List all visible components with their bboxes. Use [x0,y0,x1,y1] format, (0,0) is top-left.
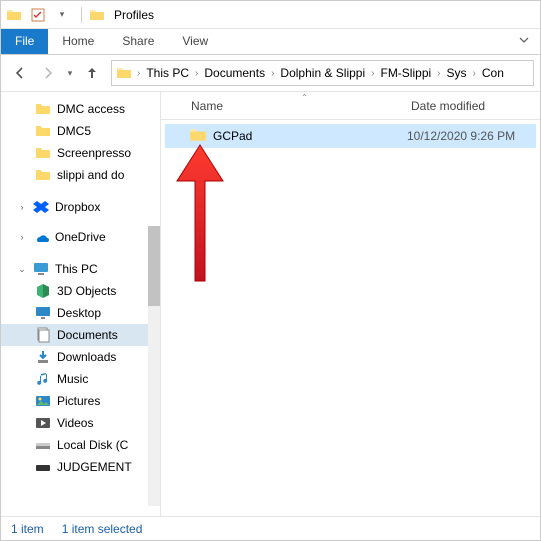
sidebar-item-videos[interactable]: Videos [1,412,160,434]
explorer-body: DMC access DMC5 Screenpresso slippi and … [1,92,540,516]
crumb-sys[interactable]: Sys› [444,66,479,80]
sidebar-label: Pictures [57,394,100,408]
status-item-count: 1 item [11,522,44,536]
folder-icon [35,101,51,117]
tab-home[interactable]: Home [48,29,108,54]
sidebar-label: JUDGEMENT [57,460,132,474]
sidebar-label: This PC [55,262,98,276]
sidebar-label: Local Disk (C [57,438,128,452]
sidebar-item-onedrive[interactable]: › OneDrive [1,226,160,248]
sidebar-label: 3D Objects [57,284,116,298]
cube-icon [35,283,51,299]
drive-icon [35,459,51,475]
up-button[interactable] [79,60,105,86]
tab-share[interactable]: Share [108,29,168,54]
chevron-right-icon[interactable]: › [134,68,143,79]
qat-chevron-down-icon[interactable]: ▾ [53,6,71,24]
column-headers: ⌃ Name Date modified [161,92,540,120]
sidebar-label: Videos [57,416,93,430]
cloud-group: › Dropbox › OneDrive [1,196,160,248]
sidebar-label: Dropbox [55,200,100,214]
file-date: 10/12/2020 9:26 PM [401,129,536,143]
chevron-right-icon[interactable]: › [17,202,27,212]
sidebar-item-dmc-access[interactable]: DMC access [1,98,160,120]
forward-button[interactable] [35,60,61,86]
sidebar-item-dmc5[interactable]: DMC5 [1,120,160,142]
music-icon [35,371,51,387]
crumb-fmslippi[interactable]: FM-Slippi› [377,66,443,80]
folder-icon [35,167,51,183]
downloads-icon [35,349,51,365]
pictures-icon [35,393,51,409]
sidebar-label: OneDrive [55,230,106,244]
ribbon-tabs: File Home Share View [1,29,540,55]
sidebar-label: Downloads [57,350,116,364]
sidebar-item-pictures[interactable]: Pictures [1,390,160,412]
content-pane: ⌃ Name Date modified GCPad 10/12/2020 9:… [161,92,540,516]
breadcrumb[interactable]: › This PC› Documents› Dolphin & Slippi› … [111,60,534,86]
column-header-name[interactable]: Name [161,99,401,113]
sidebar-label: DMC5 [57,124,91,138]
file-name: GCPad [213,129,252,143]
sidebar-label: Documents [57,328,118,342]
folder-icon [35,145,51,161]
navigation-bar: ▾ › This PC› Documents› Dolphin & Slippi… [1,55,540,92]
sidebar-item-music[interactable]: Music [1,368,160,390]
recent-locations-button[interactable]: ▾ [63,60,77,86]
tab-view[interactable]: View [168,29,222,54]
sort-indicator-icon: ⌃ [301,93,308,102]
sidebar-item-slippi[interactable]: slippi and do [1,164,160,186]
folder-icon [5,6,23,24]
sidebar-item-desktop[interactable]: Desktop [1,302,160,324]
navigation-pane: DMC access DMC5 Screenpresso slippi and … [1,92,160,516]
monitor-icon [33,261,49,277]
folder-icon [189,126,207,147]
sidebar-label: Desktop [57,306,101,320]
status-selected-count: 1 item selected [62,522,143,536]
file-tab[interactable]: File [1,29,48,54]
sidebar-item-downloads[interactable]: Downloads [1,346,160,368]
column-header-date[interactable]: Date modified [401,99,495,113]
window-title: Profiles [114,8,154,22]
crumb-dolphin[interactable]: Dolphin & Slippi› [277,66,377,80]
drive-icon [35,437,51,453]
videos-icon [35,415,51,431]
chevron-right-icon[interactable]: › [17,232,27,242]
file-list[interactable]: GCPad 10/12/2020 9:26 PM [161,120,540,516]
list-item[interactable]: GCPad 10/12/2020 9:26 PM [165,124,536,148]
sidebar-item-thispc[interactable]: ⌄ This PC [1,258,160,280]
crumb-documents[interactable]: Documents› [201,66,277,80]
folder-icon [35,123,51,139]
thispc-group: ⌄ This PC 3D Objects Desktop Documents D… [1,258,160,478]
sidebar-label: Music [57,372,88,386]
chevron-down-icon[interactable]: ⌄ [17,264,27,275]
quick-access-toolbar: ▾ [5,6,75,24]
back-button[interactable] [7,60,33,86]
crumb-thispc[interactable]: This PC› [143,66,201,80]
sidebar-label: DMC access [57,102,125,116]
onedrive-icon [33,229,49,245]
sidebar-item-3dobjects[interactable]: 3D Objects [1,280,160,302]
quick-access-group: DMC access DMC5 Screenpresso slippi and … [1,98,160,186]
properties-icon[interactable] [29,6,47,24]
window-folder-icon [88,6,106,24]
ribbon-expand-icon[interactable] [508,29,540,54]
breadcrumb-folder-icon [114,65,134,81]
sidebar-item-dropbox[interactable]: › Dropbox [1,196,160,218]
documents-icon [35,327,51,343]
scrollbar-thumb[interactable] [148,226,160,306]
sidebar-label: Screenpresso [57,146,131,160]
sidebar-item-judgement[interactable]: JUDGEMENT [1,456,160,478]
title-bar: ▾ Profiles [1,1,540,29]
crumb-con[interactable]: Con [479,66,507,80]
status-bar: 1 item 1 item selected [1,516,540,540]
dropbox-icon [33,199,49,215]
separator [81,7,82,23]
navpane-scrollbar[interactable] [148,226,160,506]
sidebar-item-screenpresso[interactable]: Screenpresso [1,142,160,164]
sidebar-item-documents[interactable]: Documents [1,324,160,346]
sidebar-label: slippi and do [57,168,124,182]
desktop-icon [35,305,51,321]
sidebar-item-localdisk[interactable]: Local Disk (C [1,434,160,456]
